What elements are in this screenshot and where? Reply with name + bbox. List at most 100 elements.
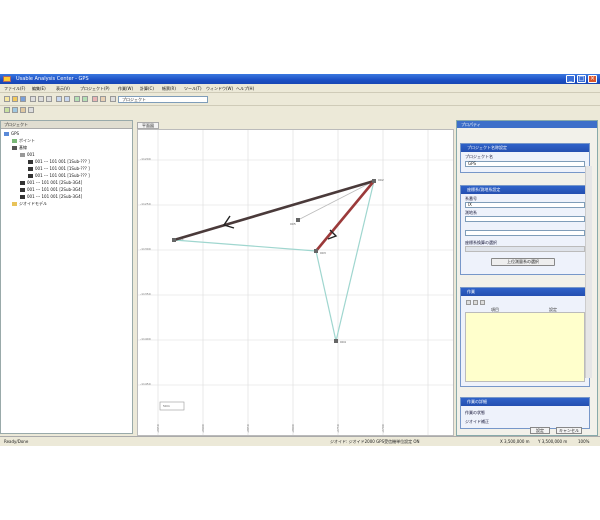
application-window: Usable Analysis Center - GPS _ □ × ファイル(… xyxy=(0,74,600,446)
menu-edit[interactable]: 編集(E) xyxy=(32,86,46,92)
tree-node-label: ジオイドモデル xyxy=(19,201,47,206)
copy-icon[interactable] xyxy=(38,96,44,102)
open-icon[interactable] xyxy=(12,96,18,102)
redo-icon[interactable] xyxy=(64,96,70,102)
y-tick: -11450 xyxy=(140,382,151,386)
y-tick: -11250 xyxy=(140,202,151,206)
section-header[interactable]: 作業 xyxy=(461,288,589,296)
tree-node-baseline[interactable]: 001 --- 101 001 [2Sub-3G4] xyxy=(4,187,90,194)
tree-node-root[interactable]: GPS xyxy=(4,131,90,138)
menu-file[interactable]: ファイル(F) xyxy=(4,86,25,92)
status-zoom: 100% xyxy=(578,439,590,444)
point-label: 002 xyxy=(378,178,384,182)
network-icon[interactable] xyxy=(20,107,26,113)
report-icon[interactable] xyxy=(100,96,106,102)
extra-input[interactable] xyxy=(465,230,585,236)
point-icon[interactable] xyxy=(4,107,10,113)
project-name-section: プロジェクト名称設定 プロジェクト名 GPS xyxy=(460,143,590,173)
map-view[interactable]: 001 002 003 004 005 50m -11200 -11250 -1… xyxy=(137,129,454,436)
work-section: 作業 項目 設定 xyxy=(460,287,590,387)
status-bar: Ready/Done ジオイド: ジオイド2000 GPS受信機単位設定 ON … xyxy=(0,436,600,446)
save-icon[interactable] xyxy=(20,96,26,102)
tree-node-baseline[interactable]: 001 --- 101 001 [2Sub-3G4] xyxy=(4,180,90,187)
work-status-label: 作業の状態 xyxy=(465,410,485,415)
baseline-icon xyxy=(28,167,33,171)
tree-node-baselines[interactable]: 基線 xyxy=(4,145,90,152)
print-icon[interactable] xyxy=(110,96,116,102)
undo-icon[interactable] xyxy=(56,96,62,102)
property-scrollbar[interactable] xyxy=(585,166,592,378)
survey-point-icon[interactable] xyxy=(296,218,300,222)
survey-point-icon[interactable] xyxy=(372,179,376,183)
tree-node-session[interactable]: 001 xyxy=(4,152,90,159)
x-tick: -2800 xyxy=(291,424,295,433)
section-header[interactable]: 座標系/測地系設定 xyxy=(461,186,589,194)
menu-window[interactable]: ウィンドウ(W) xyxy=(206,86,233,92)
menu-tools[interactable]: ツール(T) xyxy=(184,86,202,92)
tree-node-label: 001 xyxy=(27,152,35,157)
menu-help[interactable]: ヘルプ(H) xyxy=(236,86,254,92)
apply-button[interactable]: 設定 xyxy=(530,427,550,434)
filter-icon[interactable] xyxy=(28,107,34,113)
zoom-out-icon[interactable] xyxy=(82,96,88,102)
tree-node-label: GPS xyxy=(11,131,20,136)
title-bar[interactable]: Usable Analysis Center - GPS _ □ × xyxy=(0,74,600,84)
tree-node-label: 基線 xyxy=(19,145,27,150)
tree-node-baseline[interactable]: 001 --- 101 001 [1Sub-??? ] xyxy=(4,166,90,173)
new-icon[interactable] xyxy=(4,96,10,102)
section-header[interactable]: プロジェクト名称設定 xyxy=(461,144,589,152)
tree-node-baseline[interactable]: 001 --- 101 001 [1Sub-??? ] xyxy=(4,159,90,166)
menu-project[interactable]: プロジェクト(P) xyxy=(80,86,110,92)
baseline-001-003[interactable] xyxy=(173,239,317,252)
menu-calc[interactable]: 計算(C) xyxy=(140,86,154,92)
menu-report[interactable]: 帳票(R) xyxy=(162,86,176,92)
x-tick: -2950 xyxy=(156,424,160,433)
work-list[interactable] xyxy=(465,312,585,382)
property-panel: プロパティ プロジェクト名称設定 プロジェクト名 GPS 座標系/測地系設定 系… xyxy=(456,120,598,436)
project-name-label: プロジェクト名 xyxy=(465,154,493,159)
section-header[interactable]: 作業の詳細 xyxy=(461,398,589,406)
tab-plan-view[interactable]: 平面図 xyxy=(137,122,159,129)
zone-input[interactable]: IX xyxy=(465,202,585,208)
property-panel-title: プロパティ xyxy=(457,121,597,128)
close-button[interactable]: × xyxy=(588,75,597,83)
tree-node-label: 001 --- 101 001 [2Sub-3G4] xyxy=(27,194,83,199)
list-filter-icon[interactable] xyxy=(473,300,478,305)
paste-icon[interactable] xyxy=(46,96,52,102)
list-refresh-icon[interactable] xyxy=(480,300,485,305)
coordinate-system-section: 座標系/測地系設定 系番号 IX 測地系 座標系換算の選択 上位測量系の選択 xyxy=(460,185,590,275)
survey-point-icon[interactable] xyxy=(172,238,176,242)
cut-icon[interactable] xyxy=(30,96,36,102)
tree-node-label: 001 --- 101 001 [2Sub-3G4] xyxy=(27,180,83,185)
conversion-select[interactable] xyxy=(465,246,585,252)
menu-bar: ファイル(F) 編集(E) 表示(V) プロジェクト(P) 作業(W) 計算(C… xyxy=(0,84,600,93)
datum-input[interactable] xyxy=(465,216,585,222)
tree-node-points[interactable]: ポイント xyxy=(4,138,90,145)
scale-label: 50m xyxy=(163,404,170,408)
menu-view[interactable]: 表示(V) xyxy=(56,86,70,92)
project-name-input[interactable]: GPS xyxy=(465,161,585,167)
baseline-001-002[interactable] xyxy=(173,179,375,242)
tree-node-baseline[interactable]: 001 --- 101 001 [2Sub-3G4] xyxy=(4,194,90,201)
cancel-button[interactable]: キャンセル xyxy=(556,427,582,434)
point-label: 005 xyxy=(290,222,296,226)
baseline-icon[interactable] xyxy=(12,107,18,113)
tree-node-baseline[interactable]: 001 --- 101 001 [1Sub-??? ] xyxy=(4,173,90,180)
baseline-003-004[interactable] xyxy=(315,250,337,342)
points-icon xyxy=(12,139,17,143)
select-coordinate-button[interactable]: 上位測量系の選択 xyxy=(491,258,555,266)
tree-node-label: 001 --- 101 001 [1Sub-??? ] xyxy=(35,173,90,178)
maximize-button[interactable]: □ xyxy=(577,75,586,83)
list-sort-icon[interactable] xyxy=(466,300,471,305)
project-select[interactable]: プロジェクト xyxy=(118,96,208,103)
tree-node-geoid[interactable]: ジオイドモデル xyxy=(4,201,90,208)
survey-point-icon[interactable] xyxy=(314,249,318,253)
menu-work[interactable]: 作業(W) xyxy=(118,86,133,92)
zoom-in-icon[interactable] xyxy=(74,96,80,102)
map-canvas[interactable] xyxy=(138,130,453,435)
work-detail-section: 作業の詳細 作業の状態 ジオイド補正 xyxy=(460,397,590,429)
survey-point-icon[interactable] xyxy=(334,339,338,343)
minimize-button[interactable]: _ xyxy=(566,75,575,83)
calc-icon[interactable] xyxy=(92,96,98,102)
status-y: Y 3,500,000 m xyxy=(538,439,568,444)
